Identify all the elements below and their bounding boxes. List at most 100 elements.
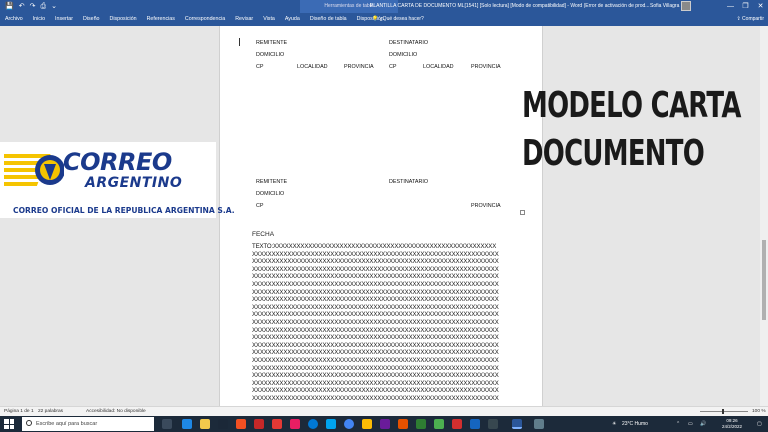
tab-revisar[interactable]: Revisar — [230, 13, 258, 26]
tab-vista[interactable]: Vista — [258, 13, 280, 26]
weather-icon[interactable]: ☀ — [612, 416, 616, 432]
user-name[interactable]: Sofia Villagra — [650, 0, 679, 13]
share-button[interactable]: ⇪ Compartir — [736, 13, 764, 26]
scrollbar-thumb[interactable] — [762, 240, 766, 320]
tab-diseno-de-tabla[interactable]: Diseño de tabla — [305, 13, 352, 26]
tab-insertar[interactable]: Insertar — [50, 13, 78, 26]
field-cp[interactable]: CP — [256, 64, 264, 70]
correo-emblem-icon — [4, 154, 64, 186]
texto-line: XXXXXXXXXXXXXXXXXXXXXXXXXXXXXXXXXXXXXXXX… — [252, 372, 499, 380]
minimize-button[interactable]: — — [723, 0, 738, 13]
restore-button[interactable]: ❐ — [738, 0, 753, 13]
chrome-icon[interactable] — [344, 419, 354, 429]
fecha-label[interactable]: FECHA — [252, 231, 274, 238]
network-icon[interactable]: ▭ — [688, 416, 693, 432]
photos-icon[interactable] — [470, 419, 480, 429]
app-green-icon[interactable] — [416, 419, 426, 429]
zoom-slider[interactable] — [700, 411, 748, 412]
texto-body[interactable]: TEXTO:XXXXXXXXXXXXXXXXXXXXXXXXXXXXXXXXXX… — [252, 243, 510, 402]
redo-icon[interactable]: ↷ — [30, 0, 36, 13]
store-icon[interactable] — [326, 419, 336, 429]
tab-correspondencia[interactable]: Correspondencia — [180, 13, 230, 26]
field-remitente[interactable]: REMITENTE — [256, 40, 287, 46]
logo-word-correo: CORREO — [63, 148, 172, 176]
field-domicilio-2[interactable]: DOMICILIO — [256, 191, 284, 197]
tab-archivo[interactable]: Archivo — [0, 13, 28, 26]
texto-line: XXXXXXXXXXXXXXXXXXXXXXXXXXXXXXXXXXXXXXXX… — [252, 273, 499, 281]
texto-line: XXXXXXXXXXXXXXXXXXXXXXXXXXXXXXXXXXXXXXXX… — [252, 311, 499, 319]
texto-line: XXXXXXXXXXXXXXXXXXXXXXXXXXXXXXXXXXXXXXXX… — [252, 250, 499, 258]
app-pink-icon[interactable] — [290, 419, 300, 429]
app-purple-icon[interactable] — [380, 419, 390, 429]
app-red2-icon[interactable] — [452, 419, 462, 429]
taskbar-search[interactable]: Escribe aquí para buscar — [22, 417, 154, 431]
tray-chevron-icon[interactable]: ⌃ — [676, 416, 680, 432]
field-localidad-dest[interactable]: LOCALIDAD — [423, 64, 454, 70]
search-icon — [26, 420, 32, 426]
sticky-notes-icon[interactable] — [362, 419, 372, 429]
tab-disposicion[interactable]: Disposición — [105, 13, 142, 26]
table-resize-handle[interactable] — [520, 210, 525, 215]
app-orange-icon[interactable] — [398, 419, 408, 429]
document-title: PLANTILLA CARTA DE DOCUMENTO ML[1541] [S… — [370, 3, 650, 9]
field-provincia-dest[interactable]: PROVINCIA — [471, 64, 501, 70]
texto-line: XXXXXXXXXXXXXXXXXXXXXXXXXXXXXXXXXXXXXXXX… — [252, 288, 499, 296]
save-icon[interactable]: 💾 — [5, 0, 14, 13]
field-destinatario[interactable]: DESTINATARIO — [389, 40, 428, 46]
office-icon[interactable] — [236, 419, 246, 429]
tell-me-search[interactable]: 💡 ¿Qué desea hacer? — [372, 13, 424, 26]
mail-icon[interactable] — [182, 419, 192, 429]
field-remitente-2[interactable]: REMITENTE — [256, 179, 287, 185]
texto-line: XXXXXXXXXXXXXXXXXXXXXXXXXXXXXXXXXXXXXXXX… — [252, 341, 499, 349]
minecraft-icon[interactable] — [434, 419, 444, 429]
weather-status[interactable]: 23°C Humo — [622, 416, 648, 432]
page-count[interactable]: Página 1 de 1 — [4, 409, 34, 414]
steam-icon[interactable] — [218, 419, 228, 429]
zoom-slider-knob[interactable] — [722, 409, 724, 414]
field-cp-2[interactable]: CP — [256, 203, 264, 209]
zoom-level[interactable]: 100 % — [752, 409, 766, 414]
word-icon[interactable] — [512, 419, 522, 429]
share-label: Compartir — [742, 16, 764, 22]
task-view-icon[interactable] — [162, 419, 172, 429]
overlay-title: MODELO CARTA DOCUMENTO — [522, 82, 741, 178]
vertical-scrollbar[interactable] — [760, 26, 768, 406]
file-explorer-icon[interactable] — [200, 419, 210, 429]
field-provincia-2[interactable]: PROVINCIA — [471, 203, 501, 209]
tab-inicio[interactable]: Inicio — [28, 13, 50, 26]
app-grey-icon[interactable] — [534, 419, 544, 429]
field-cp-dest[interactable]: CP — [389, 64, 397, 70]
tab-diseno[interactable]: Diseño — [78, 13, 105, 26]
volume-icon[interactable]: 🔊 — [700, 416, 706, 432]
undo-icon[interactable]: ↶ — [19, 0, 25, 13]
accessibility-status[interactable]: Accesibilidad: No disponible — [86, 409, 146, 414]
app-dark-icon[interactable] — [488, 419, 498, 429]
status-bar: Página 1 de 1 22 palabras Accesibilidad:… — [0, 406, 768, 416]
overlay-line-2: DOCUMENTO — [522, 133, 705, 174]
texto-line: XXXXXXXXXXXXXXXXXXXXXXXXXXXXXXXXXXXXXXXX… — [252, 303, 499, 311]
field-domicilio-dest[interactable]: DOMICILIO — [389, 52, 417, 58]
texto-line: XXXXXXXXXXXXXXXXXXXXXXXXXXXXXXXXXXXXXXXX… — [252, 379, 499, 387]
powerpoint-icon[interactable] — [272, 419, 282, 429]
texto-line: XXXXXXXXXXXXXXXXXXXXXXXXXXXXXXXXXXXXXXXX… — [252, 318, 499, 326]
texto-line: XXXXXXXXXXXXXXXXXXXXXXXXXXXXXXXXXXXXXXXX… — [252, 349, 499, 357]
tab-ayuda[interactable]: Ayuda — [280, 13, 305, 26]
print-icon[interactable]: ⎙ — [40, 0, 46, 13]
notifications-icon[interactable]: ▢ — [757, 416, 762, 432]
app-red-icon[interactable] — [254, 419, 264, 429]
texto-line: XXXXXXXXXXXXXXXXXXXXXXXXXXXXXXXXXXXXXXXX… — [252, 265, 499, 273]
texto-line: XXXXXXXXXXXXXXXXXXXXXXXXXXXXXXXXXXXXXXXX… — [252, 296, 499, 304]
edge-icon[interactable] — [308, 419, 318, 429]
texto-line: XXXXXXXXXXXXXXXXXXXXXXXXXXXXXXXXXXXXXXXX… — [252, 364, 499, 372]
tab-referencias[interactable]: Referencias — [142, 13, 180, 26]
field-localidad[interactable]: LOCALIDAD — [297, 64, 328, 70]
field-destinatario-2[interactable]: DESTINATARIO — [389, 179, 428, 185]
avatar[interactable] — [681, 1, 691, 11]
start-button[interactable] — [4, 419, 14, 429]
clock[interactable]: 09:26 24/2/2022 — [722, 418, 742, 430]
field-domicilio[interactable]: DOMICILIO — [256, 52, 284, 58]
word-count[interactable]: 22 palabras — [38, 409, 63, 414]
customize-icon[interactable]: ⌄ — [51, 0, 57, 13]
field-provincia[interactable]: PROVINCIA — [344, 64, 374, 70]
close-button[interactable]: ✕ — [753, 0, 768, 13]
